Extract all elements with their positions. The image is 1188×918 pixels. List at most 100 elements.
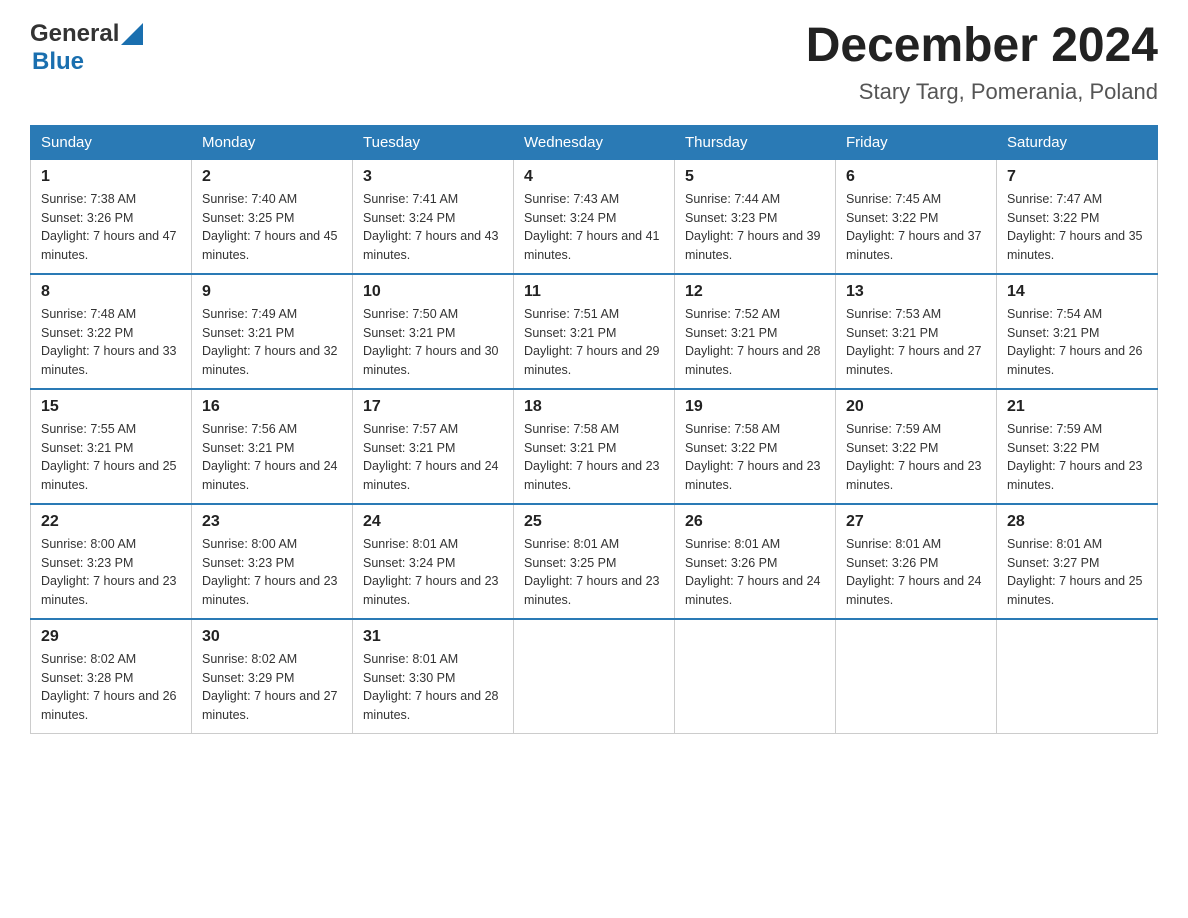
day-info: Sunrise: 7:47 AM Sunset: 3:22 PM Dayligh…: [1007, 190, 1147, 265]
day-number: 5: [685, 168, 825, 186]
day-number: 18: [524, 398, 664, 416]
day-number: 12: [685, 283, 825, 301]
calendar-cell: 21 Sunrise: 7:59 AM Sunset: 3:22 PM Dayl…: [997, 389, 1158, 504]
day-info: Sunrise: 8:02 AM Sunset: 3:28 PM Dayligh…: [41, 650, 181, 725]
calendar-cell: 10 Sunrise: 7:50 AM Sunset: 3:21 PM Dayl…: [353, 274, 514, 389]
calendar-cell: 16 Sunrise: 7:56 AM Sunset: 3:21 PM Dayl…: [192, 389, 353, 504]
calendar-cell: 8 Sunrise: 7:48 AM Sunset: 3:22 PM Dayli…: [31, 274, 192, 389]
day-info: Sunrise: 7:41 AM Sunset: 3:24 PM Dayligh…: [363, 190, 503, 265]
day-number: 11: [524, 283, 664, 301]
day-number: 17: [363, 398, 503, 416]
calendar-header-saturday: Saturday: [997, 125, 1158, 159]
day-info: Sunrise: 8:01 AM Sunset: 3:26 PM Dayligh…: [685, 535, 825, 610]
day-number: 3: [363, 168, 503, 186]
calendar-cell: [675, 619, 836, 734]
day-info: Sunrise: 7:56 AM Sunset: 3:21 PM Dayligh…: [202, 420, 342, 495]
day-info: Sunrise: 7:48 AM Sunset: 3:22 PM Dayligh…: [41, 305, 181, 380]
calendar-cell: 22 Sunrise: 8:00 AM Sunset: 3:23 PM Dayl…: [31, 504, 192, 619]
day-number: 15: [41, 398, 181, 416]
calendar-cell: 19 Sunrise: 7:58 AM Sunset: 3:22 PM Dayl…: [675, 389, 836, 504]
calendar-week-row-1: 1 Sunrise: 7:38 AM Sunset: 3:26 PM Dayli…: [31, 159, 1158, 274]
calendar-cell: 3 Sunrise: 7:41 AM Sunset: 3:24 PM Dayli…: [353, 159, 514, 274]
title-section: December 2024 Stary Targ, Pomerania, Pol…: [806, 20, 1158, 105]
day-number: 20: [846, 398, 986, 416]
day-info: Sunrise: 7:50 AM Sunset: 3:21 PM Dayligh…: [363, 305, 503, 380]
day-number: 4: [524, 168, 664, 186]
day-info: Sunrise: 7:51 AM Sunset: 3:21 PM Dayligh…: [524, 305, 664, 380]
day-number: 25: [524, 513, 664, 531]
calendar-cell: 17 Sunrise: 7:57 AM Sunset: 3:21 PM Dayl…: [353, 389, 514, 504]
calendar-cell: 23 Sunrise: 8:00 AM Sunset: 3:23 PM Dayl…: [192, 504, 353, 619]
day-number: 13: [846, 283, 986, 301]
day-info: Sunrise: 7:44 AM Sunset: 3:23 PM Dayligh…: [685, 190, 825, 265]
day-number: 30: [202, 628, 342, 646]
day-info: Sunrise: 8:01 AM Sunset: 3:30 PM Dayligh…: [363, 650, 503, 725]
day-number: 31: [363, 628, 503, 646]
day-number: 28: [1007, 513, 1147, 531]
calendar-cell: 14 Sunrise: 7:54 AM Sunset: 3:21 PM Dayl…: [997, 274, 1158, 389]
day-info: Sunrise: 8:01 AM Sunset: 3:24 PM Dayligh…: [363, 535, 503, 610]
day-number: 26: [685, 513, 825, 531]
calendar-cell: 13 Sunrise: 7:53 AM Sunset: 3:21 PM Dayl…: [836, 274, 997, 389]
day-info: Sunrise: 7:54 AM Sunset: 3:21 PM Dayligh…: [1007, 305, 1147, 380]
logo-blue-text: Blue: [32, 48, 84, 76]
calendar-cell: 11 Sunrise: 7:51 AM Sunset: 3:21 PM Dayl…: [514, 274, 675, 389]
calendar-cell: 15 Sunrise: 7:55 AM Sunset: 3:21 PM Dayl…: [31, 389, 192, 504]
day-info: Sunrise: 7:58 AM Sunset: 3:22 PM Dayligh…: [685, 420, 825, 495]
day-number: 7: [1007, 168, 1147, 186]
calendar-cell: 18 Sunrise: 7:58 AM Sunset: 3:21 PM Dayl…: [514, 389, 675, 504]
calendar-cell: 30 Sunrise: 8:02 AM Sunset: 3:29 PM Dayl…: [192, 619, 353, 734]
calendar-cell: 12 Sunrise: 7:52 AM Sunset: 3:21 PM Dayl…: [675, 274, 836, 389]
calendar-header-thursday: Thursday: [675, 125, 836, 159]
day-info: Sunrise: 7:49 AM Sunset: 3:21 PM Dayligh…: [202, 305, 342, 380]
calendar-header-wednesday: Wednesday: [514, 125, 675, 159]
calendar-cell: [836, 619, 997, 734]
calendar-cell: 26 Sunrise: 8:01 AM Sunset: 3:26 PM Dayl…: [675, 504, 836, 619]
day-info: Sunrise: 7:55 AM Sunset: 3:21 PM Dayligh…: [41, 420, 181, 495]
day-number: 22: [41, 513, 181, 531]
logo-triangle-icon: [121, 23, 143, 45]
day-number: 10: [363, 283, 503, 301]
calendar-cell: 2 Sunrise: 7:40 AM Sunset: 3:25 PM Dayli…: [192, 159, 353, 274]
calendar-cell: 24 Sunrise: 8:01 AM Sunset: 3:24 PM Dayl…: [353, 504, 514, 619]
day-number: 14: [1007, 283, 1147, 301]
calendar-header-row: SundayMondayTuesdayWednesdayThursdayFrid…: [31, 125, 1158, 159]
calendar-cell: 31 Sunrise: 8:01 AM Sunset: 3:30 PM Dayl…: [353, 619, 514, 734]
day-info: Sunrise: 7:40 AM Sunset: 3:25 PM Dayligh…: [202, 190, 342, 265]
logo: General Blue: [30, 20, 145, 76]
calendar-cell: 9 Sunrise: 7:49 AM Sunset: 3:21 PM Dayli…: [192, 274, 353, 389]
calendar-subtitle: Stary Targ, Pomerania, Poland: [806, 79, 1158, 105]
calendar-header-friday: Friday: [836, 125, 997, 159]
calendar-cell: 5 Sunrise: 7:44 AM Sunset: 3:23 PM Dayli…: [675, 159, 836, 274]
day-number: 27: [846, 513, 986, 531]
calendar-cell: 7 Sunrise: 7:47 AM Sunset: 3:22 PM Dayli…: [997, 159, 1158, 274]
day-info: Sunrise: 8:00 AM Sunset: 3:23 PM Dayligh…: [202, 535, 342, 610]
calendar-table: SundayMondayTuesdayWednesdayThursdayFrid…: [30, 125, 1158, 734]
calendar-header-sunday: Sunday: [31, 125, 192, 159]
calendar-cell: 25 Sunrise: 8:01 AM Sunset: 3:25 PM Dayl…: [514, 504, 675, 619]
day-info: Sunrise: 7:59 AM Sunset: 3:22 PM Dayligh…: [1007, 420, 1147, 495]
calendar-week-row-3: 15 Sunrise: 7:55 AM Sunset: 3:21 PM Dayl…: [31, 389, 1158, 504]
day-info: Sunrise: 7:45 AM Sunset: 3:22 PM Dayligh…: [846, 190, 986, 265]
day-info: Sunrise: 7:58 AM Sunset: 3:21 PM Dayligh…: [524, 420, 664, 495]
calendar-week-row-2: 8 Sunrise: 7:48 AM Sunset: 3:22 PM Dayli…: [31, 274, 1158, 389]
calendar-cell: [997, 619, 1158, 734]
day-info: Sunrise: 8:00 AM Sunset: 3:23 PM Dayligh…: [41, 535, 181, 610]
day-number: 29: [41, 628, 181, 646]
day-number: 8: [41, 283, 181, 301]
day-info: Sunrise: 8:02 AM Sunset: 3:29 PM Dayligh…: [202, 650, 342, 725]
day-info: Sunrise: 8:01 AM Sunset: 3:26 PM Dayligh…: [846, 535, 986, 610]
day-info: Sunrise: 7:53 AM Sunset: 3:21 PM Dayligh…: [846, 305, 986, 380]
day-number: 23: [202, 513, 342, 531]
calendar-cell: 6 Sunrise: 7:45 AM Sunset: 3:22 PM Dayli…: [836, 159, 997, 274]
day-number: 9: [202, 283, 342, 301]
day-info: Sunrise: 7:57 AM Sunset: 3:21 PM Dayligh…: [363, 420, 503, 495]
day-info: Sunrise: 7:59 AM Sunset: 3:22 PM Dayligh…: [846, 420, 986, 495]
page-header: General Blue December 2024 Stary Targ, P…: [30, 20, 1158, 105]
calendar-week-row-5: 29 Sunrise: 8:02 AM Sunset: 3:28 PM Dayl…: [31, 619, 1158, 734]
day-info: Sunrise: 7:38 AM Sunset: 3:26 PM Dayligh…: [41, 190, 181, 265]
calendar-cell: 29 Sunrise: 8:02 AM Sunset: 3:28 PM Dayl…: [31, 619, 192, 734]
day-number: 21: [1007, 398, 1147, 416]
day-number: 24: [363, 513, 503, 531]
day-number: 1: [41, 168, 181, 186]
